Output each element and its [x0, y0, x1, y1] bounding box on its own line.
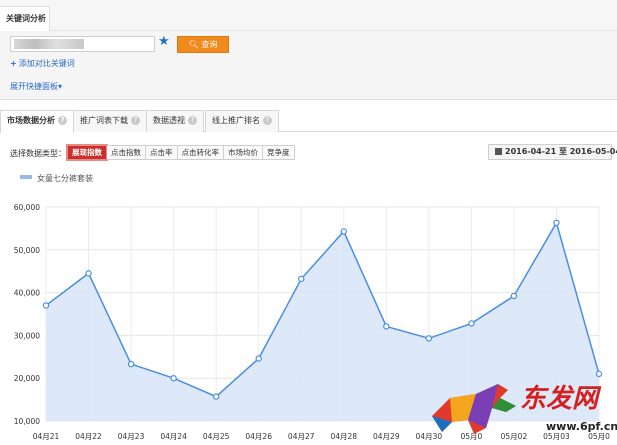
x-tick-label: 04月25 — [203, 432, 230, 441]
data-point — [468, 320, 475, 327]
filter-ctr[interactable]: 点击率 — [146, 145, 178, 160]
caret-down-icon: ▾ — [58, 82, 63, 91]
data-point — [85, 270, 92, 277]
plus-icon: + — [10, 59, 17, 68]
legend-label: 女童七分裤套装 — [37, 174, 93, 183]
expand-panel-label: 展开快捷面板 — [10, 82, 58, 91]
watermark: 东发网 www.6pf.cn — [428, 372, 617, 445]
tab-online-ranking[interactable]: 线上推广排名? — [205, 110, 279, 132]
star-icon[interactable]: ★ — [158, 34, 170, 50]
query-button-label: 查询 — [201, 40, 218, 49]
y-tick-label: 50,000 — [14, 246, 40, 255]
blurred-keyword — [14, 39, 84, 49]
help-icon[interactable]: ? — [263, 116, 272, 125]
top-strip: 关键词分析 · · · · — [0, 0, 617, 32]
calendar-icon — [495, 148, 502, 155]
x-tick-label: 04月27 — [288, 432, 315, 441]
search-panel: ★ 🔍︎ 查询 + 添加对比关键词 展开快捷面板▾ — [0, 31, 617, 100]
x-tick-label: 04月26 — [245, 432, 272, 441]
corner-text: · · · · — [595, 0, 613, 3]
y-axis-ticks: 10,000 20,000 30,000 40,000 50,000 60,000 — [14, 203, 40, 426]
y-tick-label: 30,000 — [14, 331, 40, 340]
watermark-url: www.6pf.cn — [546, 420, 617, 433]
data-point — [298, 275, 305, 283]
filter-market-price[interactable]: 市场均价 — [224, 145, 263, 160]
help-icon[interactable]: ? — [188, 116, 197, 125]
filter-impression-index[interactable]: 展现指数 — [66, 144, 108, 161]
y-tick-label: 20,000 — [14, 374, 40, 383]
x-tick-label: 04月21 — [33, 432, 60, 441]
x-tick-label: 04月28 — [330, 432, 357, 441]
data-point — [255, 355, 262, 362]
y-tick-label: 40,000 — [14, 289, 40, 298]
legend-swatch — [20, 175, 32, 179]
date-range-text: 2016-04-21 至 2016-05-04 — [505, 147, 617, 156]
tab-download-keywords[interactable]: 推广词表下载? — [73, 110, 147, 132]
x-tick-label: 04月29 — [373, 432, 400, 441]
y-tick-label: 10,000 — [14, 417, 40, 426]
tab-label: 数据透视 — [153, 116, 185, 125]
data-type-label: 选择数据类型： — [10, 149, 66, 158]
filter-competition[interactable]: 竞争度 — [263, 145, 295, 160]
y-tick-label: 60,000 — [14, 203, 40, 212]
help-icon[interactable]: ? — [58, 116, 67, 125]
tab-data-pivot[interactable]: 数据透视? — [146, 110, 204, 132]
tab-label: 市场数据分析 — [7, 116, 55, 125]
query-button[interactable]: 🔍︎ 查询 — [177, 36, 229, 53]
data-point — [340, 228, 347, 235]
filter-conversion-rate[interactable]: 点击转化率 — [177, 145, 224, 160]
add-compare-keyword-link[interactable]: + 添加对比关键词 — [10, 58, 75, 69]
expand-quick-panel-link[interactable]: 展开快捷面板▾ — [10, 81, 62, 92]
x-tick-label: 04月22 — [75, 432, 102, 441]
watermark-brand: 东发网 — [520, 384, 599, 414]
bull-logo — [432, 384, 516, 434]
x-tick-label: 04月24 — [160, 432, 187, 441]
data-point — [212, 393, 220, 400]
data-point — [510, 292, 518, 300]
data-point — [42, 302, 50, 309]
data-point — [170, 374, 177, 382]
tabs-row: 市场数据分析? 推广词表下载? 数据透视? 线上推广排名? — [0, 100, 617, 133]
data-point — [127, 360, 135, 368]
x-tick-label: 04月23 — [118, 432, 145, 441]
tab-label: 推广词表下载 — [80, 116, 128, 125]
data-point — [425, 335, 433, 342]
search-icon: 🔍︎ — [188, 40, 199, 49]
tab-market-data[interactable]: 市场数据分析? — [0, 110, 74, 133]
filter-click-index[interactable]: 点击指数 — [107, 145, 146, 160]
add-compare-label: 添加对比关键词 — [18, 59, 75, 68]
tab-label: 线上推广排名 — [212, 116, 260, 125]
date-range-picker[interactable]: 2016-04-21 至 2016-05-04 — [488, 144, 617, 160]
help-icon[interactable]: ? — [131, 116, 140, 125]
data-type-selector: 展现指数 点击指数 点击率 点击转化率 市场均价 竞争度 — [66, 144, 295, 161]
data-point — [383, 323, 390, 330]
data-point — [553, 219, 560, 227]
tab-keyword-analysis[interactable]: 关键词分析 — [0, 6, 50, 32]
